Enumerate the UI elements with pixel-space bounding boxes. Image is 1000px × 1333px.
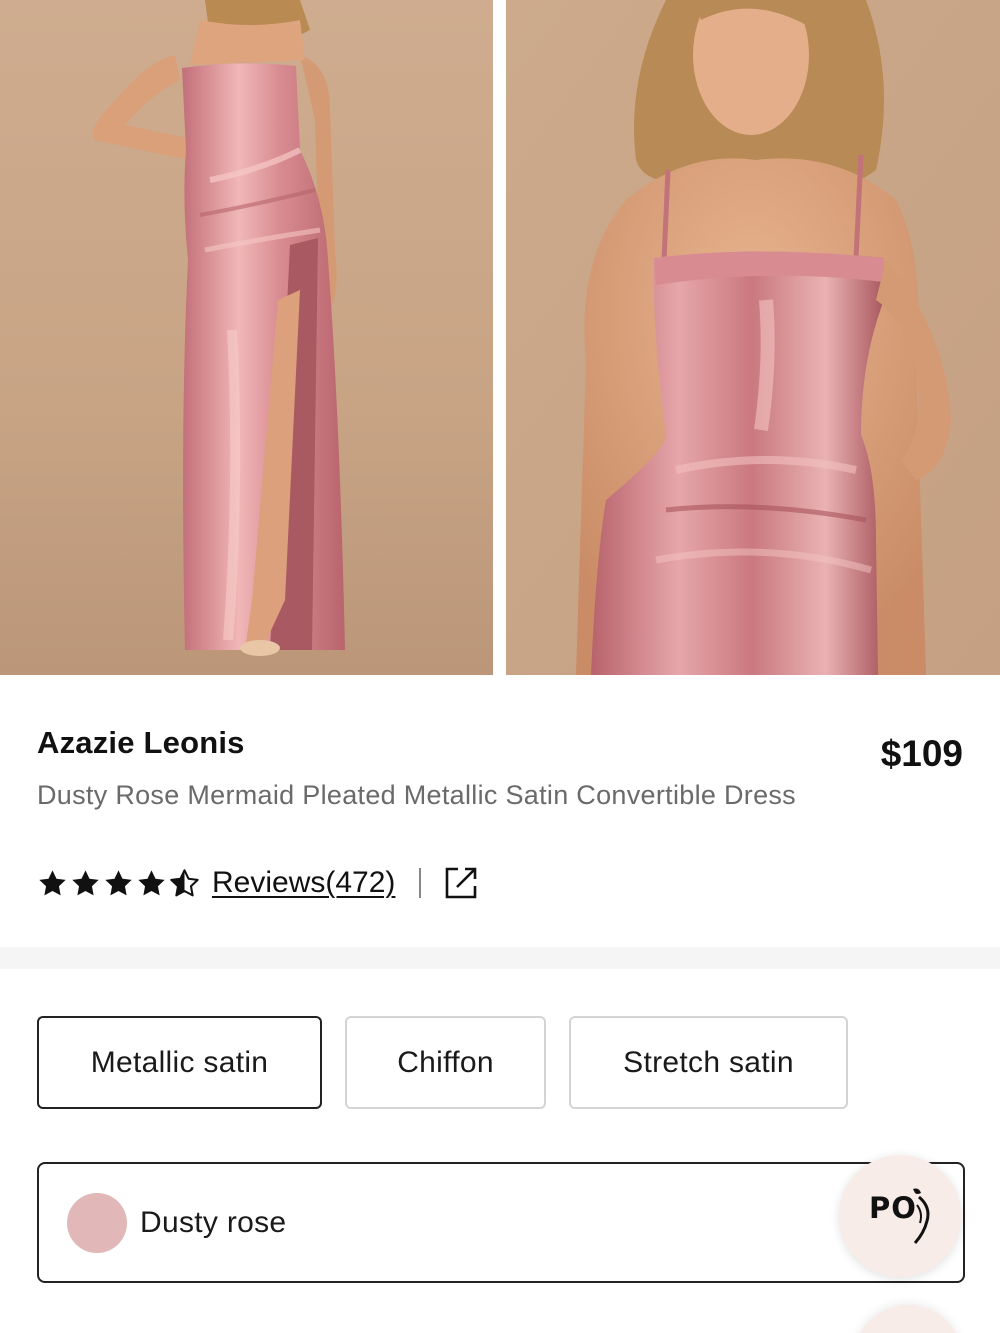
product-photo-full-length[interactable] <box>0 0 493 675</box>
section-divider <box>0 947 1000 969</box>
star-icon <box>39 869 66 895</box>
photo-full-length-illustration <box>0 0 493 675</box>
product-brand: Azazie Leonis <box>37 725 245 760</box>
product-gallery <box>0 0 1000 675</box>
sparkle-figure-icon <box>913 1188 930 1245</box>
star-icon <box>72 869 99 895</box>
external-link-icon <box>446 867 477 899</box>
share-button[interactable] <box>443 865 479 901</box>
rating-row: Reviews(472) <box>37 863 479 903</box>
star-icon <box>105 869 132 895</box>
floating-chat-button[interactable]: PO <box>839 1155 961 1277</box>
fabric-option-stretch-satin[interactable]: Stretch satin <box>569 1016 848 1109</box>
color-name: Dusty rose <box>140 1205 287 1239</box>
divider <box>419 868 422 898</box>
product-photo-closeup[interactable] <box>506 0 1000 675</box>
fabric-option-metallic-satin[interactable]: Metallic satin <box>37 1016 322 1109</box>
star-half-icon <box>170 868 199 896</box>
product-price: $109 <box>880 733 963 774</box>
floating-button-secondary[interactable] <box>853 1305 963 1333</box>
color-swatch <box>67 1192 127 1253</box>
star-icon <box>138 869 165 895</box>
photo-closeup-illustration <box>506 0 1000 675</box>
reviews-link[interactable]: Reviews(472) <box>212 866 395 900</box>
color-selector[interactable]: Dusty rose <box>37 1162 965 1283</box>
star-rating <box>37 868 200 899</box>
fabric-option-chiffon[interactable]: Chiffon <box>345 1016 546 1109</box>
product-title: Dusty Rose Mermaid Pleated Metallic Sati… <box>37 780 796 810</box>
product-info: Azazie Leonis $109 Dusty Rose Mermaid Pl… <box>0 675 1000 947</box>
